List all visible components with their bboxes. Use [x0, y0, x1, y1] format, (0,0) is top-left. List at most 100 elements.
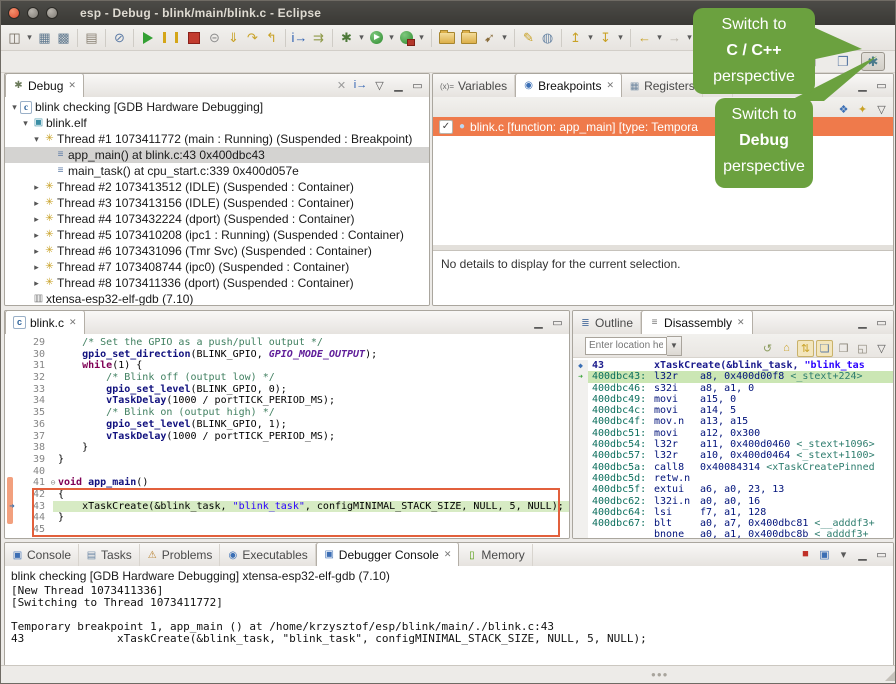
- last-edit-menu-icon[interactable]: ▾: [585, 28, 596, 48]
- disconnect-icon[interactable]: ⊝: [205, 28, 224, 48]
- display-selected-console-icon[interactable]: ▣: [816, 546, 833, 563]
- step-into-icon[interactable]: ⇓: [224, 28, 243, 48]
- debug-tree-item[interactable]: ▸✳Thread #2 1073413512 (IDLE) (Suspended…: [5, 179, 429, 195]
- debug-tree-item[interactable]: ▾✳Thread #1 1073411772 (main : Running) …: [5, 131, 429, 147]
- minimize-icon[interactable]: ▁: [530, 314, 547, 331]
- tab-memory[interactable]: ▯Memory: [459, 544, 532, 566]
- skip-all-breakpoints-icon[interactable]: ⊘: [110, 28, 129, 48]
- home-icon[interactable]: ⌂: [778, 340, 795, 357]
- show-source-icon[interactable]: ❏: [816, 340, 833, 357]
- tab-console[interactable]: ▣Console: [5, 544, 79, 566]
- disassembly-row[interactable]: 400dbc5a:call80x40084314 <xTaskCreatePin…: [573, 462, 893, 473]
- run-menu-icon[interactable]: ▾: [386, 28, 397, 48]
- run-icon[interactable]: [370, 31, 383, 44]
- minimize-button[interactable]: [27, 7, 39, 19]
- next-annotation-icon[interactable]: ↧: [596, 28, 615, 48]
- line-number[interactable]: 38: [19, 442, 48, 454]
- maximize-icon[interactable]: ▭: [873, 546, 890, 563]
- close-icon[interactable]: ✕: [607, 80, 615, 91]
- suspend-icon[interactable]: [163, 32, 178, 43]
- disassembly-row[interactable]: 400dbc51:movia12, 0x300: [573, 428, 893, 439]
- remove-all-terminated-icon[interactable]: ✕: [333, 77, 350, 94]
- tab-outline[interactable]: ≣Outline: [573, 312, 641, 334]
- back-icon[interactable]: ←: [635, 28, 654, 48]
- expander-icon[interactable]: ▾: [9, 99, 20, 115]
- close-icon[interactable]: ✕: [68, 80, 76, 91]
- view-menu-icon[interactable]: ▽: [873, 101, 890, 118]
- close-button[interactable]: [8, 7, 20, 19]
- sash-handle[interactable]: ●●●: [651, 670, 669, 679]
- line-number[interactable]: 40: [19, 466, 48, 478]
- open-console-icon[interactable]: ◍: [538, 28, 557, 48]
- disassembly-row[interactable]: 400dbc5d:retw.n: [573, 473, 893, 484]
- debug-icon[interactable]: ✱: [337, 28, 356, 48]
- minimize-icon[interactable]: ▁: [854, 314, 871, 331]
- editor-code-area[interactable]: 29 /* Set the GPIO as a push/pull output…: [5, 334, 569, 538]
- expander-icon[interactable]: ▾: [31, 131, 42, 147]
- resize-grip[interactable]: [885, 671, 895, 681]
- breakpoint-row[interactable]: ✓ ● blink.c [function: app_main] [type: …: [433, 117, 893, 136]
- minimize-icon[interactable]: ▁: [390, 77, 407, 94]
- line-number[interactable]: 31: [19, 360, 48, 372]
- fold-marker-icon[interactable]: ⊖: [48, 477, 58, 489]
- debug-tree-item[interactable]: ▸✳Thread #4 1073432224 (dport) (Suspende…: [5, 211, 429, 227]
- use-step-filters-icon[interactable]: ⇉: [309, 28, 328, 48]
- disassembly-row[interactable]: ➜400dbc43:l32ra8, 0x400d00f8 <_stext+224…: [573, 371, 893, 382]
- new-wizard-icon[interactable]: ◫: [5, 28, 24, 48]
- line-number[interactable]: 43: [19, 501, 48, 513]
- tab-executables[interactable]: ◉Executables: [220, 544, 315, 566]
- disassembly-row[interactable]: 400dbc62:l32i.na0, a0, 16: [573, 496, 893, 507]
- line-number[interactable]: 39: [19, 454, 48, 466]
- expander-icon[interactable]: ▾: [20, 115, 31, 131]
- cpp-perspective-icon[interactable]: ❐: [831, 52, 855, 71]
- mark-occurrences-icon[interactable]: ✎: [519, 28, 538, 48]
- flash-icon[interactable]: ➹: [480, 28, 499, 48]
- step-over-icon[interactable]: ↷: [243, 28, 262, 48]
- save-all-icon[interactable]: ▩: [54, 28, 73, 48]
- debug-tree-item[interactable]: ▸✳Thread #6 1073431096 (Tmr Svc) (Suspen…: [5, 243, 429, 259]
- expander-icon[interactable]: ▸: [31, 179, 42, 195]
- disassembly-row[interactable]: 400dbc57:l32ra10, 0x400d0464 <_stext+110…: [573, 450, 893, 461]
- debug-tree-item[interactable]: ≡main_task() at cpu_start.c:339 0x400d05…: [5, 163, 429, 179]
- debug-menu-icon[interactable]: ▾: [356, 28, 367, 48]
- line-number[interactable]: 34: [19, 395, 48, 407]
- disassembly-row[interactable]: 400dbc54:l32ra11, 0x400d0460 <_stext+109…: [573, 439, 893, 450]
- disassembly-row[interactable]: 400dbc67:blta0, a7, 0x400dbc81 <__adddf3…: [573, 518, 893, 529]
- debug-tree-item[interactable]: ▸✳Thread #5 1073410208 (ipc1 : Running) …: [5, 227, 429, 243]
- instruction-stepping-mode-icon[interactable]: i→: [352, 77, 369, 94]
- new-view-icon[interactable]: ❒: [835, 340, 852, 357]
- pin-view-icon[interactable]: ◱: [854, 340, 871, 357]
- debug-tree-item[interactable]: ▾cblink checking [GDB Hardware Debugging…: [5, 99, 429, 115]
- show-breakpoints-for-selection-icon[interactable]: ❖: [835, 101, 852, 118]
- line-number[interactable]: 32: [19, 372, 48, 384]
- maximize-icon[interactable]: ▭: [873, 314, 890, 331]
- view-menu-icon[interactable]: ▽: [371, 77, 388, 94]
- debug-tree-item[interactable]: ▥xtensa-esp32-elf-gdb (7.10): [5, 291, 429, 306]
- minimize-icon[interactable]: ▁: [854, 546, 871, 563]
- line-number[interactable]: 42: [19, 489, 48, 501]
- disassembly-row[interactable]: 400dbc4f:mov.na13, a15: [573, 416, 893, 427]
- debug-tree-item[interactable]: ▸✳Thread #3 1073413156 (IDLE) (Suspended…: [5, 195, 429, 211]
- tab-debugger-console[interactable]: ▣Debugger Console✕: [316, 542, 460, 567]
- debug-tree-item[interactable]: ▸✳Thread #8 1073411336 (dport) (Suspende…: [5, 275, 429, 291]
- debug-tree-item[interactable]: ▾▣blink.elf: [5, 115, 429, 131]
- close-icon[interactable]: ✕: [737, 317, 745, 328]
- disassembly-row[interactable]: 400dbc46:s32ia8, a1, 0: [573, 383, 893, 394]
- tab-tasks[interactable]: ▤Tasks: [79, 544, 140, 566]
- debug-tree-item[interactable]: ≡app_main() at blink.c:43 0x400dbc43: [5, 147, 429, 163]
- expander-icon[interactable]: ▸: [31, 227, 42, 243]
- line-number[interactable]: 45: [19, 524, 48, 536]
- resume-icon[interactable]: [143, 32, 153, 44]
- tab-blink-c[interactable]: c blink.c ✕: [5, 310, 85, 335]
- location-dropdown-icon[interactable]: ▼: [667, 336, 682, 356]
- line-number[interactable]: 33: [19, 384, 48, 396]
- last-edit-location-icon[interactable]: ↥: [566, 28, 585, 48]
- go-to-file-for-breakpoint-icon[interactable]: ✦: [854, 101, 871, 118]
- tab-registers[interactable]: ▦Registers: [622, 75, 703, 97]
- line-number[interactable]: 36: [19, 419, 48, 431]
- maximize-button[interactable]: [46, 7, 58, 19]
- disassembly-source-line[interactable]: ◆43xTaskCreate(&blink_task, "blink_tas: [573, 360, 893, 371]
- tab-disassembly[interactable]: ≡Disassembly✕: [641, 310, 753, 335]
- expander-icon[interactable]: ▸: [31, 195, 42, 211]
- disassembly-row[interactable]: 400dbc4c:movia14, 5: [573, 405, 893, 416]
